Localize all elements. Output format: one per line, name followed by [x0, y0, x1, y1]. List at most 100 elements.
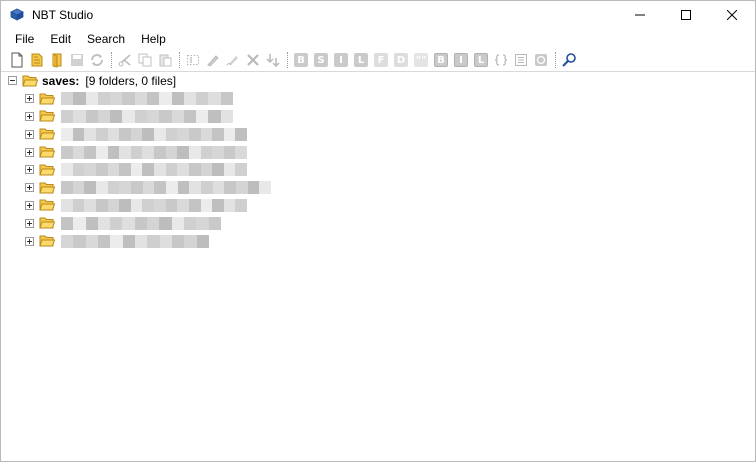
- new-file-button[interactable]: [9, 52, 25, 68]
- expand-toggle-icon[interactable]: [25, 111, 34, 121]
- title-bar[interactable]: NBT Studio: [1, 1, 755, 29]
- folder-icon: [39, 146, 55, 158]
- tree-folder-node[interactable]: [1, 214, 755, 232]
- add-short-tag-button[interactable]: S: [313, 52, 329, 68]
- move-down-button[interactable]: [265, 52, 281, 68]
- folder-icon: [39, 217, 55, 229]
- menu-bar: File Edit Search Help: [1, 29, 755, 49]
- add-byte-tag-button[interactable]: B: [293, 52, 309, 68]
- cut-icon: [118, 54, 131, 67]
- folder-icon: [39, 164, 55, 176]
- tree-root-label: saves:: [42, 73, 80, 88]
- tree-folder-node[interactable]: [1, 197, 755, 215]
- paste-button[interactable]: [157, 52, 173, 68]
- open-folder-icon: [52, 53, 62, 68]
- redacted-folder-name: [61, 145, 247, 159]
- folder-icon: [39, 235, 55, 247]
- redacted-folder-name: [61, 127, 247, 141]
- open-folder-icon: [22, 75, 38, 87]
- expand-toggle-icon[interactable]: [25, 94, 34, 104]
- new-file-icon: [11, 52, 23, 68]
- tree-folder-node[interactable]: [1, 179, 755, 197]
- edit-icon: [207, 55, 219, 67]
- delete-button[interactable]: [245, 52, 261, 68]
- expand-toggle-icon[interactable]: [25, 165, 34, 175]
- redacted-folder-name: [61, 92, 233, 106]
- close-button[interactable]: [709, 1, 755, 29]
- menu-file[interactable]: File: [7, 29, 42, 49]
- tree-folder-node[interactable]: [1, 161, 755, 179]
- open-file-button[interactable]: [29, 52, 45, 68]
- add-long-array-button[interactable]: L: [473, 52, 489, 68]
- float-tag-icon: F: [374, 53, 388, 67]
- tree-folder-node[interactable]: [1, 232, 755, 250]
- menu-edit[interactable]: Edit: [42, 29, 79, 49]
- toolbar-separator: [555, 52, 557, 68]
- edit-snbt-icon: [226, 56, 238, 66]
- minimize-button[interactable]: [617, 1, 663, 29]
- list-tag-icon: [515, 54, 527, 66]
- nbt-tree-view[interactable]: saves: [9 folders, 0 files]: [1, 72, 755, 461]
- redacted-folder-name: [61, 163, 247, 177]
- move-down-icon: [266, 54, 280, 67]
- long-array-icon: L: [474, 53, 488, 67]
- tree-folder-node[interactable]: [1, 108, 755, 126]
- redacted-folder-name: [61, 198, 247, 212]
- redacted-folder-name: [61, 181, 271, 195]
- nbt-studio-logo-icon: [10, 8, 24, 21]
- expand-toggle-icon[interactable]: [25, 129, 34, 139]
- double-tag-icon: D: [394, 53, 408, 67]
- redacted-folder-name: [61, 216, 221, 230]
- maximize-button[interactable]: [663, 1, 709, 29]
- expand-toggle-icon[interactable]: [25, 218, 34, 228]
- menu-help[interactable]: Help: [133, 29, 174, 49]
- redacted-folder-name: [61, 109, 233, 123]
- rename-button[interactable]: [185, 52, 201, 68]
- copy-icon: [138, 53, 152, 67]
- add-byte-array-button[interactable]: B: [433, 52, 449, 68]
- expand-toggle-icon[interactable]: [25, 147, 34, 157]
- save-button[interactable]: [69, 52, 85, 68]
- edit-button[interactable]: [205, 52, 221, 68]
- cut-button[interactable]: [117, 52, 133, 68]
- folder-icon: [39, 93, 55, 105]
- add-string-tag-button[interactable]: "": [413, 52, 429, 68]
- tree-folder-node[interactable]: [1, 143, 755, 161]
- add-long-tag-button[interactable]: L: [353, 52, 369, 68]
- add-int-array-button[interactable]: I: [453, 52, 469, 68]
- tree-folder-node[interactable]: [1, 90, 755, 108]
- save-icon: [71, 54, 83, 66]
- tree-root-summary: [9 folders, 0 files]: [85, 73, 177, 88]
- folder-icon: [39, 128, 55, 140]
- add-int-tag-button[interactable]: I: [333, 52, 349, 68]
- folder-icon: [39, 199, 55, 211]
- minimize-icon: [635, 14, 645, 16]
- tree-root-node[interactable]: saves: [9 folders, 0 files]: [1, 72, 755, 90]
- copy-button[interactable]: [137, 52, 153, 68]
- rename-icon: [187, 55, 199, 65]
- search-button[interactable]: [561, 52, 577, 68]
- tree-folder-node[interactable]: [1, 125, 755, 143]
- toolbar-separator: [179, 52, 181, 68]
- add-double-tag-button[interactable]: D: [393, 52, 409, 68]
- add-compound-tag-button[interactable]: [493, 52, 509, 68]
- add-chunk-button[interactable]: [533, 52, 549, 68]
- menu-search[interactable]: Search: [79, 29, 133, 49]
- add-list-tag-button[interactable]: [513, 52, 529, 68]
- folder-icon: [39, 110, 55, 122]
- open-folder-button[interactable]: [49, 52, 65, 68]
- edit-snbt-button[interactable]: [225, 52, 241, 68]
- paste-icon: [159, 54, 172, 67]
- open-file-icon: [31, 53, 43, 67]
- add-float-tag-button[interactable]: F: [373, 52, 389, 68]
- long-tag-icon: L: [354, 53, 368, 67]
- refresh-button[interactable]: [89, 52, 105, 68]
- expand-toggle-icon[interactable]: [25, 183, 34, 193]
- collapse-toggle-icon[interactable]: [8, 76, 17, 86]
- int-tag-icon: I: [334, 53, 348, 67]
- redacted-folder-name: [61, 234, 209, 248]
- expand-toggle-icon[interactable]: [25, 236, 34, 246]
- expand-toggle-icon[interactable]: [25, 200, 34, 210]
- string-tag-icon: "": [414, 53, 428, 67]
- short-tag-icon: S: [314, 53, 328, 67]
